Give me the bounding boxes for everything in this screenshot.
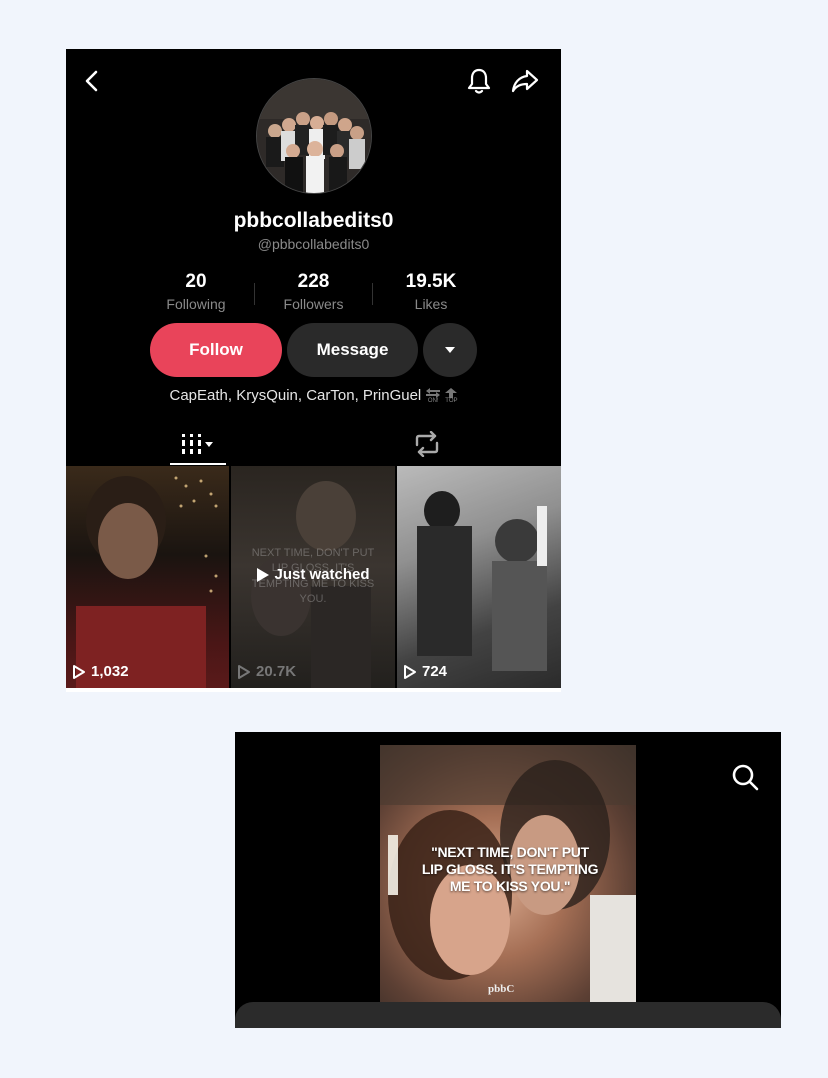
stat-label: Followers (283, 296, 344, 312)
profile-tabs (66, 423, 561, 465)
profile-screen: pbbcollabedits0 @pbbcollabedits0 20 Foll… (66, 49, 561, 692)
swap-icon: ON! (425, 387, 441, 404)
view-count-text: 20.7K (256, 663, 297, 680)
bell-icon[interactable] (463, 65, 495, 97)
video-thumbnail[interactable]: NEXT TIME, DON'T PUT LIP GLOSS. IT'S TEM… (231, 466, 395, 688)
view-count: 20.7K (237, 663, 296, 680)
repost-icon (415, 431, 439, 457)
avatar[interactable] (256, 78, 372, 194)
stat-following[interactable]: 20 Following (146, 271, 246, 312)
just-watched-text: Just watched (274, 566, 370, 583)
video-thumbnail[interactable]: 724 (397, 466, 561, 688)
video-quote: "NEXT TIME, DON'T PUT LIP GLOSS. IT'S TE… (421, 844, 599, 895)
display-name: pbbcollabedits0 (233, 209, 394, 232)
stat-value: 228 (297, 271, 330, 292)
stat-likes[interactable]: 19.5K Likes (381, 271, 481, 312)
view-count: 1,032 (72, 663, 129, 680)
arrow-up-icon: TOP (445, 387, 458, 404)
thumbnail-image (397, 466, 561, 688)
play-icon (257, 567, 270, 582)
just-watched-label: Just watched (231, 566, 395, 583)
back-icon[interactable] (76, 65, 108, 97)
video-frame[interactable]: "NEXT TIME, DON'T PUT LIP GLOSS. IT'S TE… (380, 745, 636, 1003)
bio: CapEath, KrysQuin, CarTon, PrinGuel ON! … (66, 387, 561, 404)
search-icon[interactable] (727, 759, 763, 795)
stat-label: Likes (414, 296, 448, 312)
caret-down-icon (445, 347, 455, 353)
grid-icon (182, 434, 213, 454)
stat-value: 19.5K (405, 271, 457, 292)
divider (254, 283, 256, 305)
bio-text: CapEath, KrysQuin, CarTon, PrinGuel (169, 387, 422, 404)
bio-icon-label: ON! (427, 397, 439, 404)
active-tab-indicator (170, 463, 226, 465)
play-outline-icon (238, 664, 250, 679)
view-count: 724 (403, 663, 447, 680)
stat-value: 20 (185, 271, 207, 292)
share-icon[interactable] (509, 65, 541, 97)
handle: @pbbcollabedits0 (257, 236, 370, 252)
stat-followers[interactable]: 228 Followers (264, 271, 364, 312)
divider (371, 283, 373, 305)
play-outline-icon (404, 664, 416, 679)
bio-icon-label: TOP (445, 397, 458, 404)
more-options-button[interactable] (423, 323, 477, 377)
play-outline-icon (73, 664, 85, 679)
divider (66, 688, 561, 692)
video-thumbnail[interactable]: 1,032 (66, 466, 229, 688)
video-grid: 1,032 NEXT TIME, DON'T PUT LIP GLOSS. IT… (66, 466, 561, 692)
thumbnail-image (76, 476, 218, 688)
stats-row: 20 Following 228 Followers 19.5K Likes (146, 271, 481, 312)
tab-videos[interactable] (170, 423, 226, 465)
stat-label: Following (166, 296, 226, 312)
message-button[interactable]: Message (287, 323, 418, 377)
follow-button[interactable]: Follow (150, 323, 282, 377)
watermark: pbbC (488, 983, 515, 995)
view-count-text: 1,032 (91, 663, 129, 680)
view-count-text: 724 (422, 663, 448, 680)
bottom-sheet[interactable] (235, 1002, 781, 1028)
tab-reposts[interactable] (402, 423, 452, 465)
video-player-screen: "NEXT TIME, DON'T PUT LIP GLOSS. IT'S TE… (235, 732, 781, 1028)
